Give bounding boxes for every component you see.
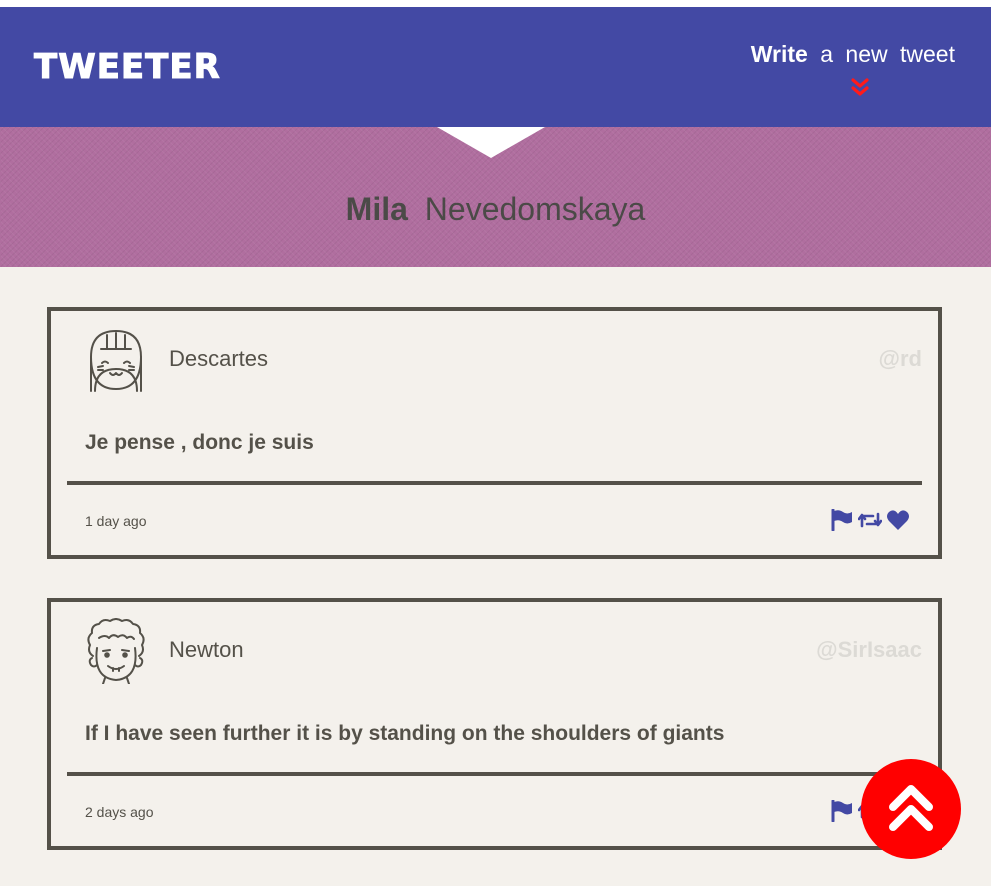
tweet-timestamp: 2 days ago bbox=[85, 804, 154, 820]
tweet-divider bbox=[67, 481, 922, 485]
double-chevron-up-icon bbox=[889, 785, 933, 831]
compose-word-a: a bbox=[820, 41, 834, 67]
brand-logo[interactable]: TWEETER bbox=[34, 49, 221, 86]
banner-notch bbox=[437, 127, 545, 158]
profile-first-name: Mila bbox=[345, 191, 408, 227]
profile-banner: Mila Nevedomskaya bbox=[0, 127, 991, 267]
tweet-author-handle[interactable]: @SirIsaac bbox=[816, 636, 922, 664]
navbar: TWEETER Write a new tweet bbox=[0, 7, 991, 127]
top-strip bbox=[0, 0, 991, 7]
page: TWEETER Write a new tweet Mila Nevedomsk… bbox=[0, 0, 991, 886]
tweet-text: If I have seen further it is by standing… bbox=[85, 722, 725, 745]
tweet-actions bbox=[830, 509, 910, 531]
tweet-divider bbox=[67, 772, 922, 776]
tweet-author-handle[interactable]: @rd bbox=[879, 345, 922, 373]
tweet-author-name[interactable]: Newton bbox=[169, 636, 244, 664]
tweet-card: Descartes @rd Je pense , donc je suis 1 … bbox=[47, 307, 942, 559]
flag-icon[interactable] bbox=[830, 509, 854, 531]
tweet-card: Newton @SirIsaac If I have seen further … bbox=[47, 598, 942, 850]
heart-icon[interactable] bbox=[886, 509, 910, 531]
profile-name: Mila Nevedomskaya bbox=[0, 189, 991, 229]
compose-word-new: new bbox=[845, 41, 888, 67]
tweet-text: Je pense , donc je suis bbox=[85, 431, 314, 454]
tweet-author-name[interactable]: Descartes bbox=[169, 345, 268, 373]
avatar-curly-hair-icon bbox=[87, 618, 145, 684]
flag-icon[interactable] bbox=[830, 800, 854, 822]
retweet-icon[interactable] bbox=[858, 509, 882, 531]
tweet-timestamp: 1 day ago bbox=[85, 513, 147, 529]
double-chevron-down-icon[interactable] bbox=[850, 78, 870, 98]
compose-tweet-button[interactable]: Write a new tweet bbox=[751, 39, 955, 69]
profile-last-name: Nevedomskaya bbox=[424, 191, 646, 227]
scroll-to-top-button[interactable] bbox=[861, 759, 961, 859]
avatar-girl-icon bbox=[90, 330, 142, 392]
compose-word-tweet: tweet bbox=[900, 41, 955, 67]
compose-word-write: Write bbox=[750, 41, 808, 67]
